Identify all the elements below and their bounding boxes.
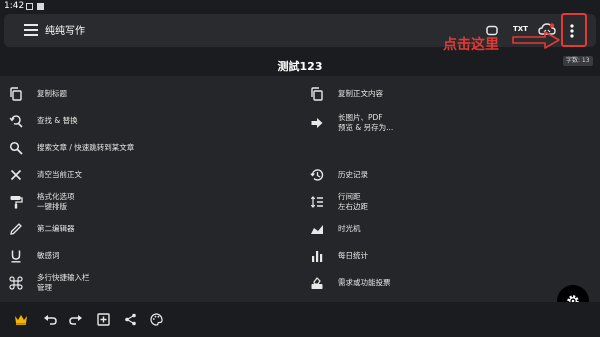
search-icon (9, 141, 23, 155)
menu-item-label: 时光机 (338, 224, 361, 233)
arrow-right-icon (311, 118, 323, 128)
time-machine-icon (311, 225, 323, 234)
status-time: 1:42 (4, 1, 25, 11)
add-box-icon[interactable] (97, 313, 110, 326)
menu-item-label: 行间距 左右边距 (338, 192, 368, 211)
menu-item-label: 需求或功能投票 (338, 278, 391, 287)
status-bar: 1:42 (0, 0, 600, 13)
palette-icon[interactable] (150, 313, 163, 326)
menu-item-label: 复制正文内容 (338, 89, 383, 98)
copy-icon (311, 87, 323, 101)
menu-item-label: 第二编辑器 (37, 224, 75, 233)
document-title[interactable]: 测試123 (0, 58, 600, 74)
menu-item-label: 搜索文章 / 快速跳转到某文章 (37, 143, 135, 152)
app-title: 纯纯写作 (45, 26, 85, 37)
top-app-bar: 纯纯写作 TXT (4, 14, 596, 47)
menu-item-history[interactable]: 历史记录 (301, 162, 368, 188)
hamburger-menu-icon[interactable] (24, 24, 38, 36)
menu-item-copy-body[interactable]: 复制正文内容 (301, 81, 383, 107)
menu-item-export-image-pdf[interactable]: 长图片、PDF 预览 & 另存为... (301, 110, 393, 136)
menu-item-label: 敏感词 (37, 251, 60, 260)
annotation-arrow-icon (512, 31, 560, 49)
bar-chart-icon (312, 251, 323, 262)
menu-item-sensitive-words[interactable]: 敏感词 (0, 243, 60, 269)
menu-item-label: 每日统计 (338, 251, 368, 260)
menu-item-copy-title[interactable]: 复制标题 (0, 81, 67, 107)
menu-item-search-articles[interactable]: 搜索文章 / 快速跳转到某文章 (0, 135, 134, 161)
command-icon (9, 276, 23, 290)
annotation-callout: 点击这里 (443, 37, 499, 53)
redo-icon[interactable] (69, 314, 83, 325)
copy-icon (10, 87, 22, 101)
menu-item-second-editor[interactable]: 第二编辑器 (0, 216, 75, 242)
menu-item-daily-stats[interactable]: 每日统计 (301, 243, 368, 269)
menu-item-label: 清空当前正文 (37, 170, 82, 179)
options-menu-panel: 复制标题 查找 & 替换 搜索文章 / 快速跳转到某文章 清空当前正文 格式化选… (0, 76, 600, 302)
menu-item-format-options[interactable]: 格式化选项 一键排版 (0, 189, 75, 215)
undo-icon[interactable] (43, 314, 57, 325)
menu-item-label: 历史记录 (338, 170, 368, 179)
close-icon (10, 169, 22, 181)
annotation-highlight-box (561, 13, 587, 47)
history-icon (310, 169, 324, 181)
format-paint-icon (10, 196, 23, 209)
menu-item-clear-body[interactable]: 清空当前正文 (0, 162, 82, 188)
pencil-icon (10, 223, 22, 235)
menu-item-line-spacing[interactable]: 行间距 左右边距 (301, 189, 368, 215)
menu-item-label: 长图片、PDF 预览 & 另存为... (338, 113, 394, 132)
menu-item-label: 查找 & 替换 (37, 116, 78, 125)
find-replace-icon (9, 115, 23, 128)
bottom-toolbar (0, 302, 600, 337)
sim-notification-icon (37, 3, 44, 10)
menu-item-feature-vote[interactable]: 需求或功能投票 (301, 270, 391, 296)
menu-item-label: 多行快捷输入栏 管理 (37, 273, 90, 292)
share-icon[interactable] (124, 313, 137, 326)
menu-item-multiline-quick-input[interactable]: 多行快捷输入栏 管理 (0, 270, 90, 296)
menu-item-label: 格式化选项 一键排版 (37, 192, 75, 211)
underline-icon (11, 250, 21, 263)
vote-icon (311, 277, 323, 289)
menu-item-time-machine[interactable]: 时光机 (301, 216, 361, 242)
line-spacing-icon (310, 196, 323, 208)
menu-item-label: 复制标题 (37, 89, 67, 98)
photo-notification-icon (26, 3, 33, 10)
crown-icon[interactable] (14, 314, 28, 325)
menu-item-find-replace[interactable]: 查找 & 替换 (0, 108, 78, 134)
